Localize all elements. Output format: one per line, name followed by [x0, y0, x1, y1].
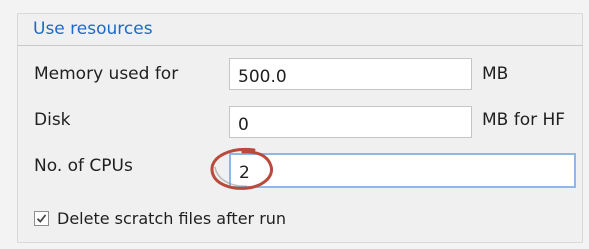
memory-label: Memory used for: [34, 64, 179, 84]
delete-scratch-row[interactable]: Delete scratch files after run: [34, 209, 286, 228]
memory-input[interactable]: 500.0: [229, 58, 472, 90]
group-title: Use resources: [33, 19, 153, 39]
title-divider: [18, 45, 583, 46]
memory-unit: MB: [482, 64, 509, 84]
disk-unit: MB for HF: [482, 110, 566, 130]
checkmark-icon: [36, 214, 47, 223]
disk-label: Disk: [34, 110, 71, 130]
cpus-input[interactable]: 2: [229, 153, 576, 188]
cpus-label: No. of CPUs: [34, 156, 133, 176]
disk-input[interactable]: 0: [229, 106, 472, 138]
delete-scratch-checkbox[interactable]: [34, 211, 49, 226]
delete-scratch-label: Delete scratch files after run: [57, 209, 287, 228]
